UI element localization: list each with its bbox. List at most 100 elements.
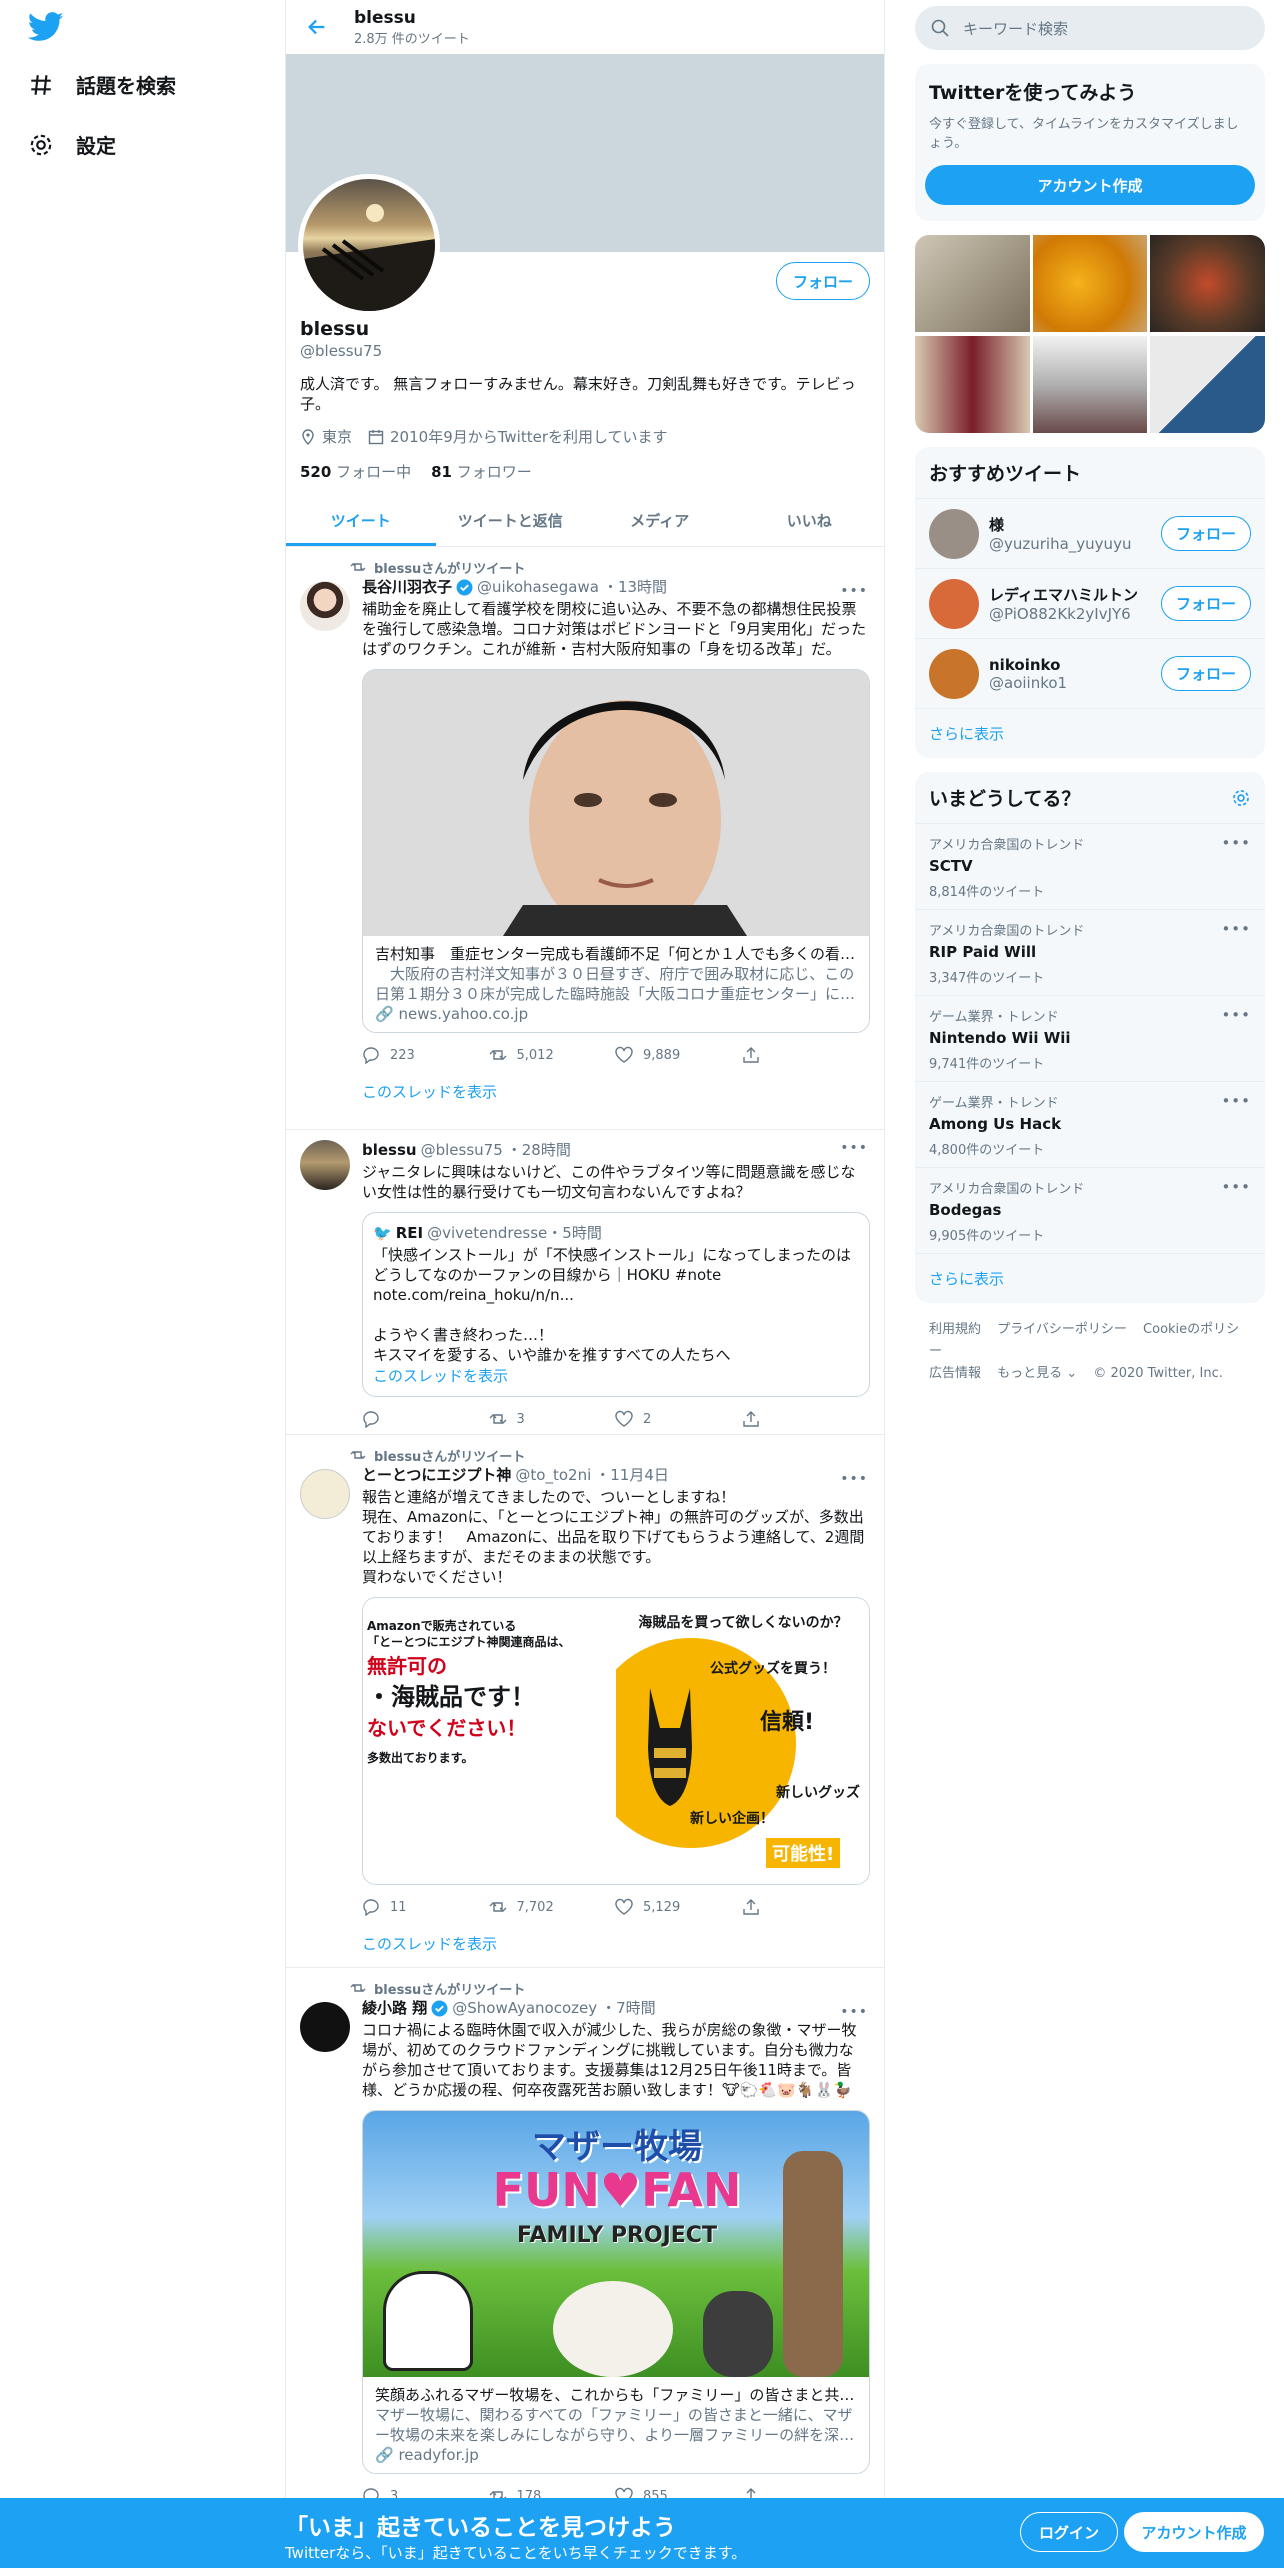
more-icon[interactable]: ••• — [840, 583, 868, 599]
show-more-link[interactable]: さらに表示 — [915, 708, 1265, 758]
author-name[interactable]: blessu — [362, 1140, 417, 1160]
media-thumbnail[interactable] — [1032, 235, 1148, 332]
share-button[interactable] — [742, 1898, 869, 1916]
retweet-count: 7,702 — [516, 1899, 554, 1915]
more-icon[interactable]: ••• — [1221, 834, 1251, 852]
create-account-button[interactable]: アカウント作成 — [925, 165, 1255, 205]
more-icon[interactable]: ••• — [840, 2004, 868, 2020]
follow-button[interactable]: フォロー — [1160, 656, 1251, 691]
profile-avatar[interactable] — [298, 174, 440, 316]
author-name[interactable]: 長谷川羽衣子 — [362, 577, 452, 597]
retweet-text: blessuさんがリツイート — [374, 561, 526, 577]
reply-button[interactable]: 11 — [362, 1898, 489, 1916]
like-button[interactable]: 9,889 — [615, 1046, 742, 1064]
text-line: キスマイを愛する、いや誰かを推すすべての人たちへ — [373, 1346, 731, 1364]
retweet-button[interactable]: 3 — [489, 1410, 616, 1428]
verified-badge-icon — [456, 579, 473, 595]
tweet-time[interactable]: ・13時間 — [603, 577, 667, 597]
share-button[interactable] — [742, 1410, 869, 1428]
suggested-user[interactable]: 様 @yuzuriha_yuyuyu フォロー — [915, 498, 1265, 568]
share-button[interactable] — [742, 1046, 869, 1064]
location-text: 東京 — [322, 428, 353, 446]
tab-likes[interactable]: いいね — [735, 496, 885, 546]
trend-item[interactable]: ゲーム業界・トレンド Among Us Hack 4,800件のツイート ••• — [915, 1081, 1265, 1167]
login-button[interactable]: ログイン — [1020, 2512, 1118, 2552]
nav-explore[interactable]: 話題を検索 — [28, 70, 176, 99]
show-thread-link[interactable]: このスレッドを表示 — [362, 1077, 868, 1119]
search-box[interactable]: キーワード検索 — [915, 6, 1265, 50]
signup-button[interactable]: アカウント作成 — [1124, 2512, 1264, 2552]
media-thumbnail[interactable] — [1032, 335, 1148, 433]
tweet-time[interactable]: ・28時間 — [507, 1140, 571, 1160]
more-icon[interactable]: ••• — [1221, 1178, 1251, 1196]
trend-item[interactable]: アメリカ合衆国のトレンド Bodegas 9,905件のツイート ••• — [915, 1167, 1265, 1253]
show-thread-link[interactable]: このスレッドを表示 — [362, 1929, 868, 1971]
text-line: 「快感インストール」が「不快感インストール」になってしまったのは — [373, 1246, 852, 1264]
tweet-text: コロナ禍による臨時休園で収入が減少した、我らが房総の象徴・マザー牧 場が、初めて… — [362, 2020, 870, 2100]
trend-item[interactable]: アメリカ合衆国のトレンド SCTV 8,814件のツイート ••• — [915, 823, 1265, 909]
tweet-avatar[interactable] — [300, 581, 350, 631]
retweet-button[interactable]: 5,012 — [489, 1046, 616, 1064]
tweet-header: とーとつにエジプト神 @to_to2ni ・11月4日 — [362, 1465, 870, 1485]
suggested-user[interactable]: レディエマハミルトン @PiO882Kk2yIvJY6 フォロー — [915, 568, 1265, 638]
following-count: 520 — [300, 463, 332, 481]
more-icon[interactable]: ••• — [1221, 1006, 1251, 1024]
followers-stat[interactable]: 81 フォロワー — [431, 461, 532, 482]
quoted-tweet[interactable]: 🐦 REI @vivetendresse・5時間 「快感インストール」が「不快感… — [362, 1212, 870, 1397]
suggested-avatar — [929, 508, 979, 559]
tweet[interactable]: ••• blessu @blessu75 ・28時間 ジャニタレに興味はないけど… — [286, 1130, 884, 1435]
more-icon[interactable]: ••• — [840, 1471, 868, 1487]
tweet[interactable]: blessuさんがリツイート ••• 綾小路 翔 @ShowAyanocozey… — [286, 1968, 884, 2528]
author-name[interactable]: 綾小路 翔 — [362, 1998, 427, 2018]
tweet-avatar[interactable] — [300, 2002, 350, 2052]
tweet-avatar[interactable] — [300, 1469, 350, 1519]
more-icon[interactable]: ••• — [1221, 1092, 1251, 1110]
back-arrow-icon[interactable] — [306, 16, 328, 38]
tab-tweets-replies[interactable]: ツイートと返信 — [436, 496, 586, 546]
follow-button[interactable]: フォロー — [1160, 516, 1251, 551]
tweet-avatar[interactable] — [300, 1140, 350, 1190]
reply-button[interactable] — [362, 1410, 489, 1428]
follow-button[interactable]: フォロー — [775, 262, 870, 300]
author-name[interactable]: とーとつにエジプト神 — [362, 1465, 511, 1485]
trend-item[interactable]: ゲーム業界・トレンド Nintendo Wii Wii 9,741件のツイート … — [915, 995, 1265, 1081]
reply-button[interactable]: 223 — [362, 1046, 489, 1064]
trend-count: 9,905件のツイート — [929, 1229, 1045, 1244]
tweet[interactable]: blessuさんがリツイート ••• とーとつにエジプト神 @to_to2ni … — [286, 1435, 884, 1968]
tab-tweets[interactable]: ツイート — [286, 496, 436, 546]
tweet[interactable]: blessuさんがリツイート ••• 長谷川羽衣子 @uikohasegawa … — [286, 547, 884, 1130]
trends-show-more-link[interactable]: さらに表示 — [915, 1253, 1265, 1303]
footer-link[interactable]: プライバシーポリシー — [997, 1322, 1127, 1337]
nav-settings[interactable]: 設定 — [28, 130, 116, 159]
following-stat[interactable]: 520 フォロー中 — [300, 461, 411, 482]
footer-link[interactable]: もっと見る ⌄ — [997, 1366, 1077, 1381]
footer-link[interactable]: 利用規約 — [929, 1322, 981, 1337]
twitter-logo-icon[interactable] — [28, 12, 64, 42]
link-card[interactable]: 吉村知事 重症センター完成も看護師不足「何とか１人でも多くの看… 大阪府の吉村洋… — [362, 669, 870, 1033]
like-button[interactable]: 2 — [615, 1410, 742, 1428]
card-url: 🔗 news.yahoo.co.jp — [375, 1005, 529, 1023]
link-card[interactable]: マザー牧場 FUN♥FAN FAMILY PROJECT 笑顔あふれるマザー牧場… — [362, 2110, 870, 2474]
media-thumbnail[interactable] — [1150, 235, 1265, 332]
tweet-image[interactable]: Amazonで販売されている 「とーとつにエジプト神関連商品は、 無許可の ・海… — [362, 1597, 870, 1885]
like-button[interactable]: 5,129 — [615, 1898, 742, 1916]
quoted-thread-link[interactable]: このスレッドを表示 — [373, 1365, 859, 1386]
media-thumbnail[interactable] — [915, 235, 1030, 332]
tab-media[interactable]: メディア — [585, 496, 735, 546]
profile-location: 東京 — [300, 426, 352, 447]
more-icon[interactable]: ••• — [1221, 920, 1251, 938]
footer-link[interactable]: 広告情報 — [929, 1366, 981, 1381]
profile-handle: @blessu75 — [300, 342, 383, 360]
settings-gear-icon[interactable] — [1231, 788, 1251, 808]
follow-button[interactable]: フォロー — [1160, 586, 1251, 621]
suggested-user[interactable]: nikoinko @aoiinko1 フォロー — [915, 638, 1265, 708]
image-text: 「とーとつにエジプト神関連商品は、 — [367, 1635, 571, 1649]
retweet-button[interactable]: 7,702 — [489, 1898, 616, 1916]
signup-subtitle: 今すぐ登録して、タイムラインをカスタマイズしましょう。 — [929, 117, 1239, 151]
tweet-time[interactable]: ・7時間 — [601, 1998, 656, 2018]
trend-item[interactable]: アメリカ合衆国のトレンド RIP Paid Will 3,347件のツイート •… — [915, 909, 1265, 995]
media-thumbnail[interactable] — [915, 335, 1030, 433]
media-thumbnail[interactable] — [1150, 335, 1265, 433]
tweet-time[interactable]: ・11月4日 — [595, 1465, 669, 1485]
more-icon[interactable]: ••• — [840, 1140, 868, 1156]
